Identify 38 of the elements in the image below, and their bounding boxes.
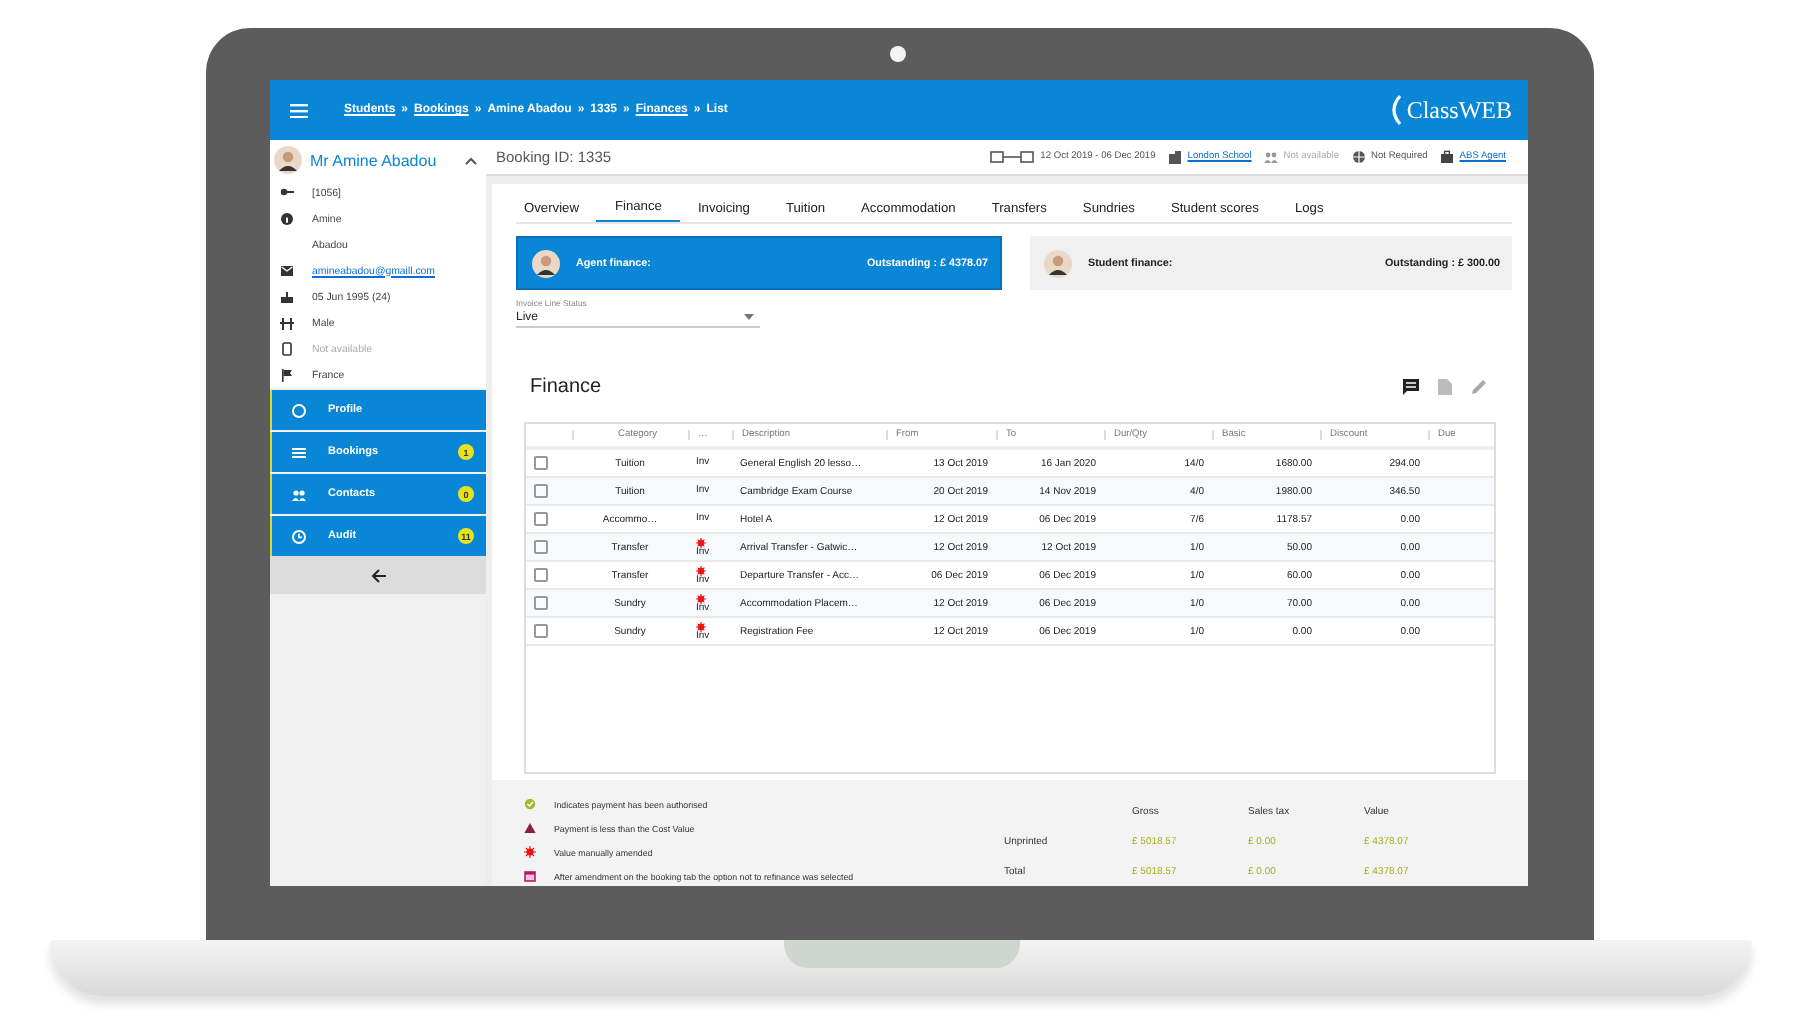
people-icon (292, 487, 306, 501)
flag-icon (280, 368, 294, 382)
section-title: Finance (530, 375, 604, 397)
starburst-icon (524, 846, 536, 858)
globe-icon (1351, 150, 1366, 164)
calendar-range-icon (990, 150, 1035, 164)
clock-icon (292, 529, 306, 543)
avatar (1044, 249, 1072, 277)
avatar (532, 249, 560, 277)
warning-triangle-icon (524, 822, 536, 834)
student-name: Mr Amine Abadou (310, 151, 439, 169)
mail-icon (280, 264, 294, 278)
checkbox[interactable] (534, 624, 548, 638)
document-icon[interactable] (1436, 377, 1454, 395)
checkbox[interactable] (534, 568, 548, 582)
checkbox[interactable] (534, 456, 548, 470)
checkbox[interactable] (534, 512, 548, 526)
info-icon (280, 212, 294, 226)
people-icon (1263, 150, 1278, 164)
check-circle-icon (524, 798, 536, 810)
checkbox[interactable] (534, 596, 548, 610)
avatar (274, 146, 302, 174)
comment-icon[interactable] (1402, 377, 1420, 395)
briefcase-icon (1439, 150, 1454, 164)
checkbox[interactable] (534, 484, 548, 498)
building-icon (1167, 150, 1182, 164)
checkbox[interactable] (534, 540, 548, 554)
logo-swoosh-icon (1388, 94, 1405, 126)
menu-icon (290, 103, 308, 117)
key-icon (280, 186, 294, 200)
list-icon (292, 445, 306, 459)
calendar-icon (524, 870, 536, 882)
arrow-left-icon (369, 567, 387, 583)
pencil-icon[interactable] (1470, 377, 1488, 395)
logo-text: ClassWEB (1406, 95, 1512, 125)
caret-icon (744, 314, 754, 320)
camera-icon (890, 46, 906, 62)
phone-icon (280, 342, 294, 356)
